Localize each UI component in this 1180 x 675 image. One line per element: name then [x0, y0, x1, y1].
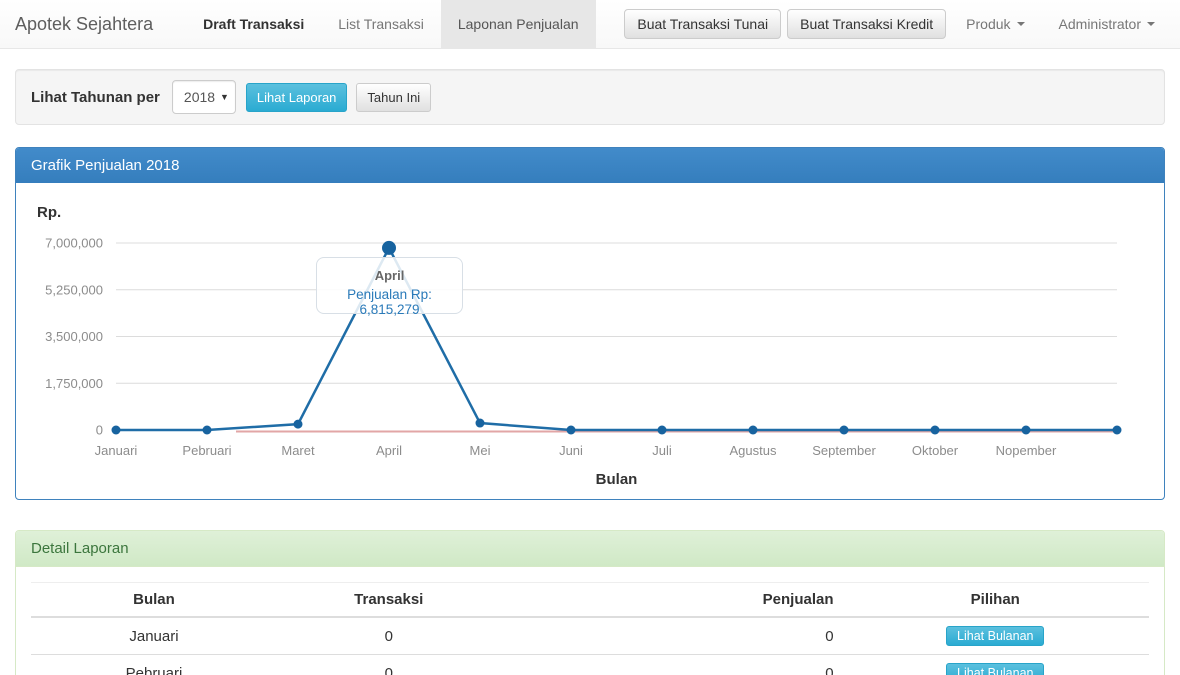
year-filter-bar: Lihat Tahunan per 2018 ▼ Lihat Laporan T…: [15, 69, 1165, 125]
main-content: Lihat Tahunan per 2018 ▼ Lihat Laporan T…: [0, 69, 1180, 675]
cell-bulan: Januari: [31, 617, 277, 655]
table-row: Pebruari 0 0 Lihat Bulanan: [31, 655, 1149, 675]
nav-link-list-transaksi[interactable]: List Transaksi: [321, 0, 441, 48]
nav-link-draft-transaksi[interactable]: Draft Transaksi: [186, 0, 321, 48]
administrator-dropdown-label: Administrator: [1059, 16, 1141, 32]
produk-dropdown-label: Produk: [966, 16, 1010, 32]
caret-down-icon: [1147, 22, 1155, 26]
navbar-spacer: [596, 0, 622, 48]
y-tick-label: 1,750,000: [45, 376, 103, 391]
col-header-transaksi: Transaksi: [277, 583, 501, 618]
detail-panel-header: Detail Laporan: [16, 531, 1164, 567]
data-point[interactable]: [567, 426, 576, 435]
cell-transaksi: 0: [277, 655, 501, 675]
y-tick-label: 7,000,000: [45, 236, 103, 251]
y-tick-label: 3,500,000: [45, 329, 103, 344]
buat-transaksi-kredit-button[interactable]: Buat Transaksi Kredit: [787, 9, 946, 39]
x-tick-label: Juni: [559, 443, 583, 458]
x-tick-label: Maret: [281, 443, 315, 458]
brand[interactable]: Apotek Sejahtera: [0, 0, 168, 48]
lihat-bulanan-button[interactable]: Lihat Bulanan: [946, 626, 1044, 646]
x-tick-label: Nopember: [996, 443, 1057, 458]
sales-series-line: [116, 248, 1117, 430]
cell-penjualan: 0: [501, 655, 842, 675]
navbar: Apotek Sejahtera Draft Transaksi List Tr…: [0, 0, 1180, 49]
detail-panel: Detail Laporan Bulan Transaksi Penjualan…: [15, 530, 1165, 675]
detail-panel-body: Bulan Transaksi Penjualan Pilihan Januar…: [16, 567, 1164, 675]
x-tick-label: Mei: [470, 443, 491, 458]
x-tick-label: April: [376, 443, 402, 458]
lihat-laporan-button[interactable]: Lihat Laporan: [246, 83, 348, 112]
filter-label: Lihat Tahunan per: [31, 89, 160, 106]
data-point[interactable]: [1113, 426, 1122, 435]
x-tick-label: Juli: [652, 443, 672, 458]
data-point[interactable]: [840, 426, 849, 435]
data-point[interactable]: [749, 426, 758, 435]
data-point[interactable]: [382, 241, 396, 255]
col-header-bulan: Bulan: [31, 583, 277, 618]
x-tick-label: Agustus: [730, 443, 777, 458]
buat-transaksi-tunai-button[interactable]: Buat Transaksi Tunai: [624, 9, 781, 39]
tooltip-month: April: [317, 268, 462, 283]
y-axis-title: Rp.: [37, 204, 61, 221]
caret-down-icon: ▼: [220, 92, 229, 102]
year-select-value: 2018: [184, 89, 215, 105]
y-tick-label: 0: [96, 423, 103, 438]
tahun-ini-button[interactable]: Tahun Ini: [356, 83, 431, 112]
navbar-right: Buat Transaksi Tunai Buat Transaksi Kred…: [621, 0, 1180, 48]
chart-body: Rp. 0 1,750,000 3,500,000 5,250,000 7,000,000…: [16, 183, 1164, 499]
tooltip-value: Penjualan Rp: 6,815,279: [317, 287, 462, 317]
data-point[interactable]: [203, 426, 212, 435]
page: { "navbar": { "brand": "Apotek Sejahtera…: [0, 0, 1180, 675]
chart-tooltip: April Penjualan Rp: 6,815,279: [316, 257, 463, 314]
col-header-pilihan: Pilihan: [842, 583, 1149, 618]
data-point[interactable]: [931, 426, 940, 435]
y-tick-label: 5,250,000: [45, 282, 103, 297]
x-tick-label: September: [812, 443, 876, 458]
detail-panel-title: Detail Laporan: [31, 540, 129, 557]
chart-panel-header: Grafik Penjualan 2018: [16, 148, 1164, 183]
cell-penjualan: 0: [501, 617, 842, 655]
data-point[interactable]: [294, 420, 303, 429]
year-select[interactable]: 2018 ▼: [172, 80, 236, 114]
sales-line-chart[interactable]: Rp. 0 1,750,000 3,500,000 5,250,000 7,000,000…: [16, 183, 1164, 499]
chart-panel-title: Grafik Penjualan 2018: [31, 157, 179, 174]
lihat-bulanan-button[interactable]: Lihat Bulanan: [946, 663, 1044, 675]
x-axis-title: Bulan: [596, 471, 638, 488]
report-table: Bulan Transaksi Penjualan Pilihan Januar…: [31, 582, 1149, 675]
cell-transaksi: 0: [277, 617, 501, 655]
cell-bulan: Pebruari: [31, 655, 277, 675]
data-point[interactable]: [476, 419, 485, 428]
caret-down-icon: [1017, 22, 1025, 26]
data-point[interactable]: [1022, 426, 1031, 435]
chart-panel: Grafik Penjualan 2018 Rp. 0 1,750,000 3,500…: [15, 147, 1165, 500]
data-point[interactable]: [658, 426, 667, 435]
administrator-dropdown[interactable]: Administrator: [1042, 16, 1172, 32]
col-header-penjualan: Penjualan: [501, 583, 842, 618]
x-tick-label: Pebruari: [182, 443, 231, 458]
x-tick-label: Oktober: [912, 443, 959, 458]
produk-dropdown[interactable]: Produk: [949, 16, 1041, 32]
data-point[interactable]: [112, 426, 121, 435]
nav-link-laporan-penjualan[interactable]: Laponan Penjualan: [441, 0, 596, 48]
table-header-row: Bulan Transaksi Penjualan Pilihan: [31, 583, 1149, 618]
table-row: Januari 0 0 Lihat Bulanan: [31, 617, 1149, 655]
x-tick-label: Januari: [95, 443, 138, 458]
